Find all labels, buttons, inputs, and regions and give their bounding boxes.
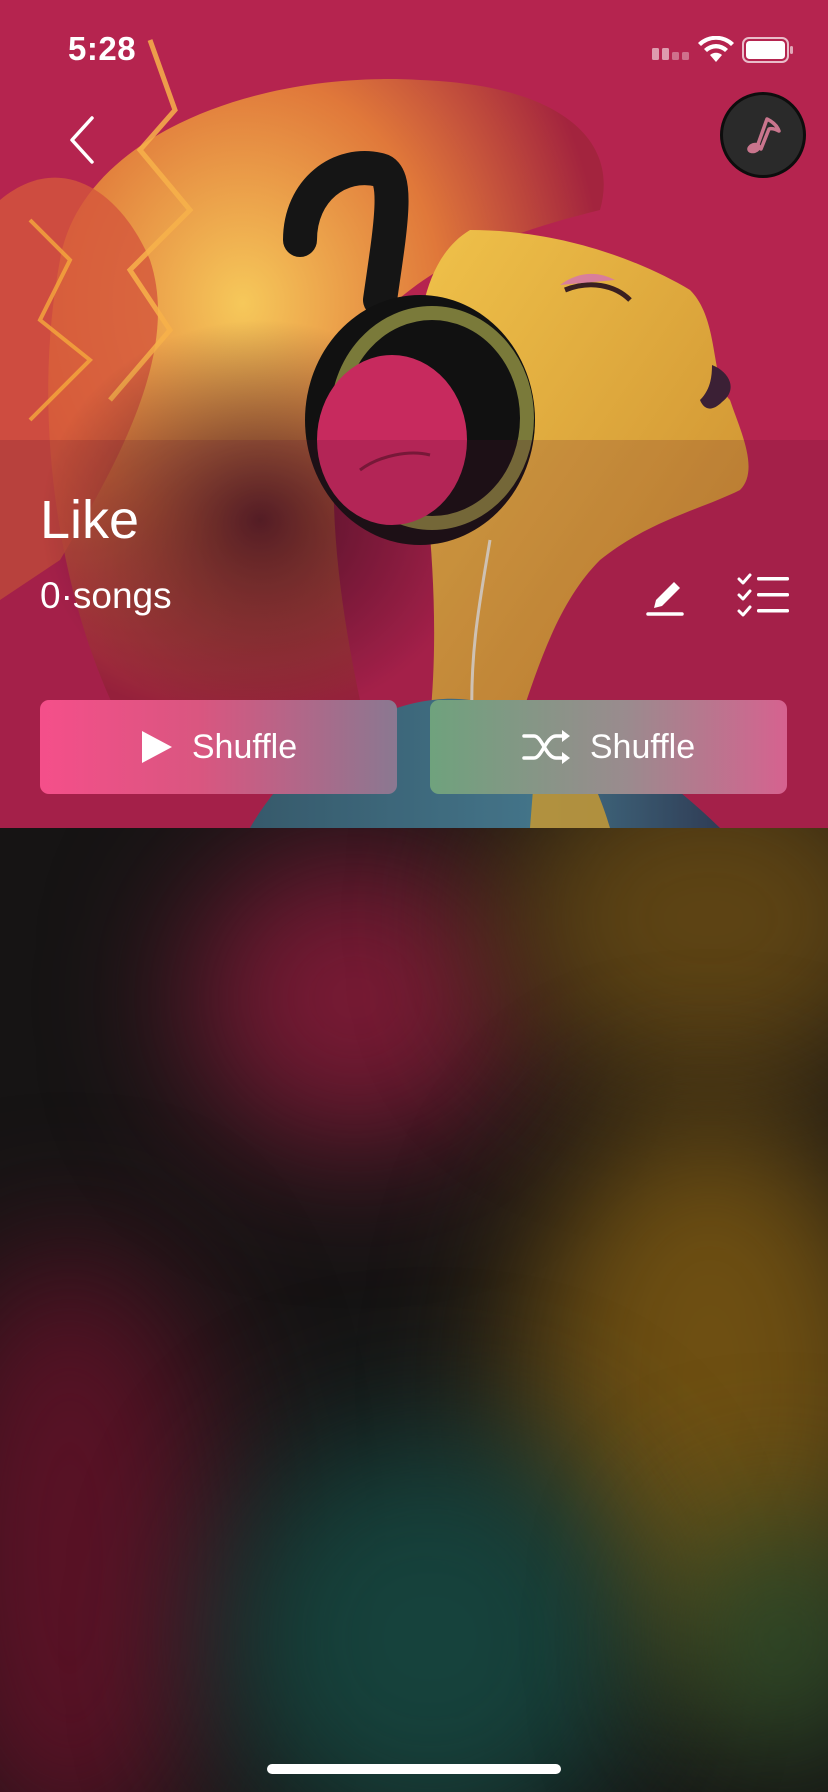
blurred-background [0, 828, 828, 1792]
status-bar: 5:28 [0, 0, 828, 100]
status-time: 5:28 [68, 30, 137, 67]
checklist-icon [737, 573, 789, 617]
playlist-screen: 5:28 Like 0·songs Shuffle Shuffle [0, 0, 828, 1792]
cellular-signal-icon [652, 48, 689, 60]
back-button[interactable] [54, 104, 110, 176]
song-count: 0·songs [40, 575, 172, 616]
shuffle-label: Shuffle [589, 727, 696, 766]
pencil-icon [646, 582, 684, 616]
play-all-label: Shuffle [191, 727, 298, 766]
wifi-icon [698, 36, 734, 62]
chevron-left-icon [70, 116, 94, 164]
music-note-icon [747, 117, 781, 154]
shuffle-button[interactable]: Shuffle [430, 700, 787, 794]
playlist-title: Like [40, 490, 140, 550]
shuffle-icon [522, 730, 570, 764]
select-songs-button[interactable] [736, 570, 792, 622]
play-icon [141, 731, 172, 763]
home-indicator [267, 1764, 561, 1774]
now-playing-button[interactable] [720, 92, 806, 178]
battery-icon [742, 37, 793, 63]
play-all-button[interactable]: Shuffle [40, 700, 397, 794]
edit-playlist-button[interactable] [640, 572, 690, 622]
